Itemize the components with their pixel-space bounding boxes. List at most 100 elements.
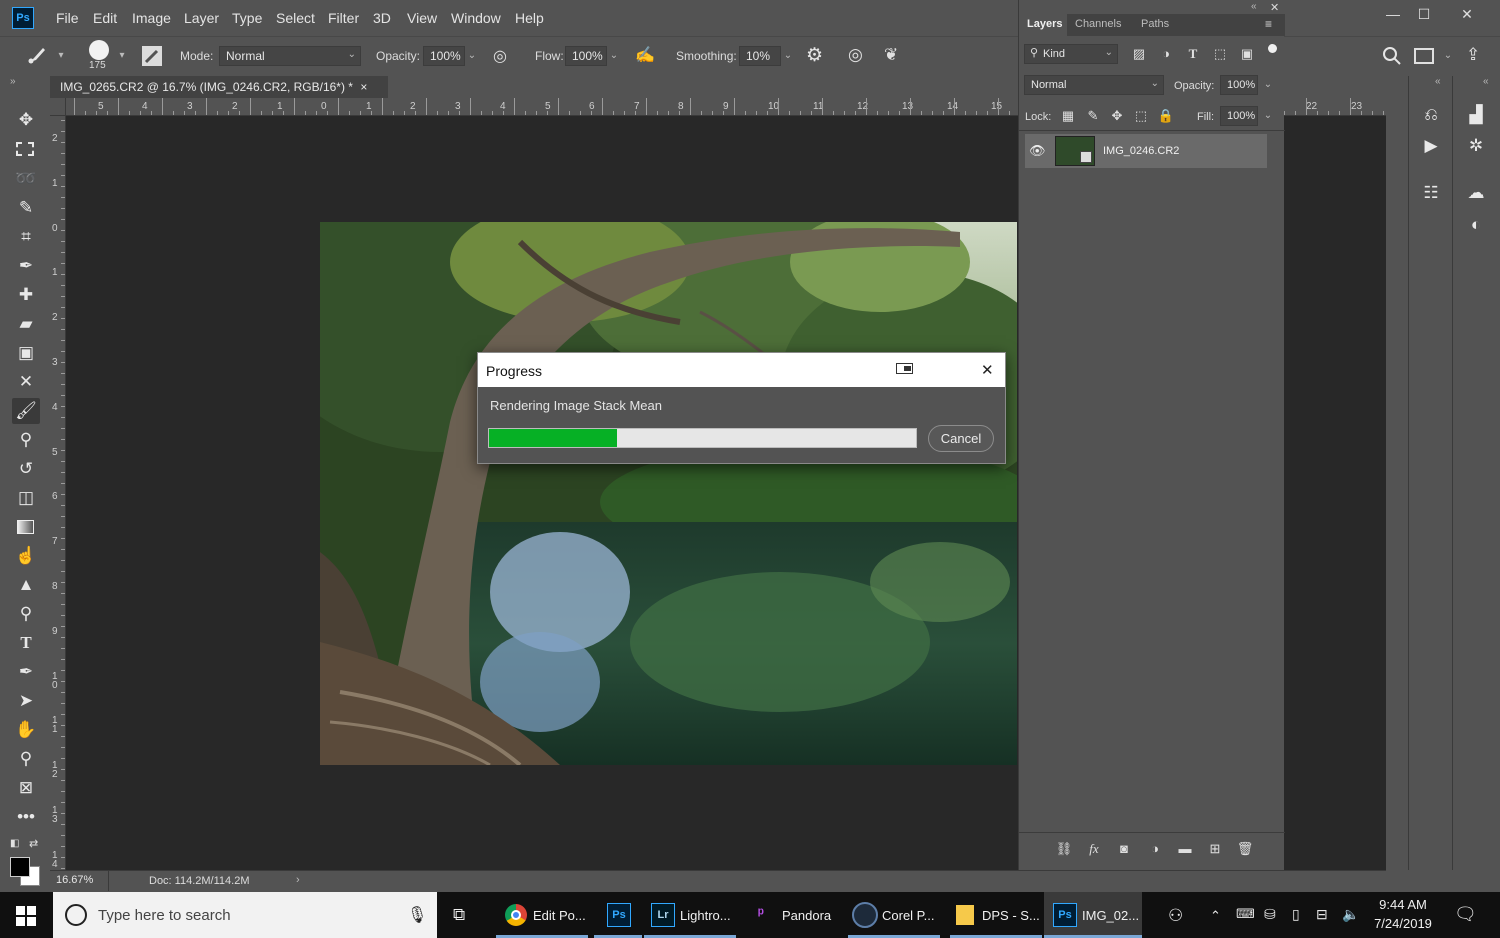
clone-stamp-tool-icon[interactable]: ⚲ bbox=[12, 427, 40, 453]
document-image[interactable] bbox=[320, 222, 1017, 765]
filter-smart-object-icon[interactable]: ▣ bbox=[1238, 45, 1256, 63]
panel-close-icon[interactable]: ✕ bbox=[1270, 1, 1279, 14]
smoothing-settings-gear-icon[interactable]: ⚙ bbox=[806, 44, 823, 67]
marquee-tool-icon[interactable] bbox=[12, 137, 40, 163]
filter-toggle-icon[interactable] bbox=[1268, 44, 1277, 53]
move-tool-icon[interactable]: ✥ bbox=[12, 107, 40, 133]
navigator-panel-icon[interactable]: ✲ bbox=[1461, 133, 1491, 159]
blend-mode-select[interactable]: Normal ⌄ bbox=[1024, 75, 1164, 95]
symmetry-butterfly-icon[interactable]: ❦ bbox=[884, 45, 898, 65]
network-icon[interactable]: ⊟ bbox=[1316, 906, 1328, 923]
brush-size-caret-icon[interactable]: ▾ bbox=[115, 47, 129, 65]
layer-name[interactable]: IMG_0246.CR2 bbox=[1103, 145, 1179, 157]
search-icon[interactable] bbox=[1382, 46, 1402, 66]
photoshop-logo-icon[interactable]: Ps bbox=[12, 7, 34, 29]
menu-filter[interactable]: Filter bbox=[328, 10, 359, 26]
opacity-input[interactable]: 100% bbox=[423, 46, 465, 66]
hand-tool-icon[interactable]: ✋ bbox=[12, 717, 40, 743]
fill-caret-icon[interactable]: ⌄ bbox=[1259, 107, 1277, 125]
brush-tool-icon[interactable]: 🖌 bbox=[12, 398, 40, 424]
dialog-titlebar[interactable]: Progress ✕ bbox=[478, 353, 1005, 387]
show-hidden-icons-icon[interactable]: ⌃ bbox=[1210, 908, 1221, 924]
smudge-tool-icon[interactable]: ☝ bbox=[12, 543, 40, 569]
layer-style-fx-icon[interactable]: fx bbox=[1085, 840, 1103, 858]
taskbar-app-photoshop-document[interactable]: Ps IMG_02... bbox=[1044, 892, 1142, 938]
smoothing-caret-icon[interactable]: ⌄ bbox=[781, 47, 795, 65]
minimize-icon[interactable]: — bbox=[1382, 6, 1404, 26]
layer-opacity-input[interactable]: 100% bbox=[1220, 75, 1258, 95]
pen-tool-icon[interactable]: ✒ bbox=[12, 659, 40, 685]
smoothing-input[interactable]: 10% bbox=[739, 46, 781, 66]
battery-icon[interactable]: ▯ bbox=[1292, 906, 1300, 923]
airbrush-icon[interactable]: ✍ bbox=[635, 45, 655, 65]
menu-3d[interactable]: 3D bbox=[373, 10, 391, 26]
keyboard-icon[interactable]: ⌨ bbox=[1236, 906, 1255, 922]
lock-all-icon[interactable]: 🔒 bbox=[1157, 107, 1175, 125]
actions-panel-play-icon[interactable]: ▶ bbox=[1416, 133, 1446, 159]
healing-brush-tool-icon[interactable]: ✚ bbox=[12, 282, 40, 308]
taskbar-clock[interactable]: 9:44 AM 7/24/2019 bbox=[1370, 897, 1436, 931]
taskbar-app-lightroom[interactable]: Lr Lightro... bbox=[644, 892, 736, 938]
menu-select[interactable]: Select bbox=[276, 10, 315, 26]
menu-view[interactable]: View bbox=[407, 10, 437, 26]
lasso-tool-icon[interactable]: ➿ bbox=[12, 166, 40, 192]
flow-caret-icon[interactable]: ⌄ bbox=[607, 47, 621, 65]
histogram-panel-icon[interactable]: ▟ bbox=[1461, 102, 1491, 128]
menu-window[interactable]: Window bbox=[451, 10, 501, 26]
properties-panel-icon[interactable]: ☷ bbox=[1416, 180, 1446, 206]
menu-help[interactable]: Help bbox=[515, 10, 544, 26]
taskbar-app-pandora[interactable]: ᵖ Pandora bbox=[746, 892, 838, 938]
task-view-icon[interactable]: ⧉ bbox=[453, 905, 465, 925]
preset-caret-icon[interactable]: ▾ bbox=[54, 47, 68, 65]
brush-tool-preset-icon[interactable] bbox=[26, 44, 48, 66]
microphone-icon[interactable]: 🎙 bbox=[407, 905, 427, 925]
eraser-tool-icon[interactable]: ◫ bbox=[12, 485, 40, 511]
libraries-panel-icon[interactable]: ☁ bbox=[1461, 180, 1491, 206]
foreground-color-swatch[interactable] bbox=[10, 857, 30, 877]
pressure-size-icon[interactable]: ◎ bbox=[848, 45, 863, 65]
menu-type[interactable]: Type bbox=[232, 10, 262, 26]
dock1-collapse-icon[interactable]: « bbox=[1435, 76, 1441, 87]
default-colors-icon[interactable]: ◧ bbox=[10, 838, 19, 849]
cancel-button[interactable]: Cancel bbox=[928, 425, 994, 452]
people-icon[interactable]: ⚇ bbox=[1168, 906, 1183, 926]
status-menu-chevron-icon[interactable]: › bbox=[296, 874, 300, 886]
filter-pixel-icon[interactable]: ▨ bbox=[1130, 45, 1148, 63]
filter-type-icon[interactable]: T bbox=[1184, 45, 1202, 63]
menu-file[interactable]: File bbox=[56, 10, 79, 26]
new-layer-icon[interactable]: ⊞ bbox=[1206, 840, 1224, 858]
document-tab-close-icon[interactable]: × bbox=[360, 80, 367, 94]
taskbar-app-corel[interactable]: Corel P... bbox=[848, 892, 940, 938]
add-mask-icon[interactable]: ◙ bbox=[1115, 840, 1133, 858]
menu-image[interactable]: Image bbox=[132, 10, 171, 26]
flow-input[interactable]: 100% bbox=[565, 46, 607, 66]
brush-tip-icon[interactable] bbox=[89, 40, 109, 60]
workspace-icon[interactable] bbox=[1414, 48, 1434, 64]
brush-settings-icon[interactable] bbox=[142, 46, 162, 66]
pressure-opacity-icon[interactable]: ◎ bbox=[493, 46, 507, 66]
history-panel-icon[interactable]: ⎌ bbox=[1416, 102, 1446, 128]
patch-tool-icon[interactable]: ▰ bbox=[12, 311, 40, 337]
gradient-tool-icon[interactable] bbox=[12, 514, 40, 540]
eyedropper-tool-icon[interactable]: ✒ bbox=[12, 253, 40, 279]
lock-position-icon[interactable]: ✥ bbox=[1108, 107, 1126, 125]
maximize-icon[interactable]: ☐ bbox=[1413, 6, 1435, 26]
mode-select[interactable]: Normal ⌄ bbox=[219, 46, 361, 66]
link-layers-icon[interactable]: ⛓ bbox=[1055, 840, 1073, 858]
filter-adjustment-icon[interactable]: ◑ bbox=[1157, 45, 1175, 63]
edit-toolbar-icon[interactable]: ••• bbox=[12, 804, 40, 830]
crop-tool-icon[interactable]: ⌗ bbox=[12, 224, 40, 250]
layer-opacity-caret-icon[interactable]: ⌄ bbox=[1259, 76, 1277, 94]
windows-start-icon[interactable] bbox=[16, 906, 36, 926]
network-share-icon[interactable]: ⛁ bbox=[1264, 906, 1276, 923]
opacity-caret-icon[interactable]: ⌄ bbox=[465, 47, 479, 65]
volume-icon[interactable]: 🔈 bbox=[1342, 906, 1359, 923]
type-tool-icon[interactable]: T bbox=[12, 630, 40, 656]
lock-image-icon[interactable]: ✎ bbox=[1084, 107, 1102, 125]
tab-paths[interactable]: Paths bbox=[1141, 18, 1169, 30]
dock2-collapse-icon[interactable]: « bbox=[1483, 76, 1489, 87]
tab-channels[interactable]: Channels bbox=[1075, 18, 1121, 30]
menu-layer[interactable]: Layer bbox=[184, 10, 219, 26]
taskbar-app-photoshop[interactable]: Ps bbox=[594, 892, 642, 938]
share-icon[interactable]: ⇪ bbox=[1466, 45, 1480, 65]
